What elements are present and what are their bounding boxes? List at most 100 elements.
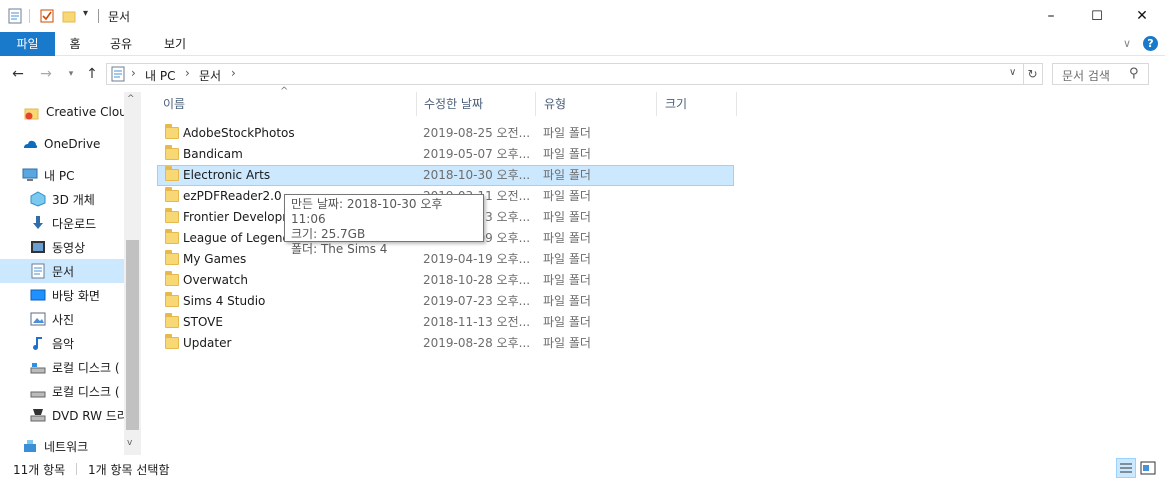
file-date: 2019-05-07 오후... [423, 147, 531, 161]
sidebar-item-this-pc[interactable]: 내 PC [0, 163, 124, 187]
sidebar-item-3d-objects[interactable]: 3D 개체 [0, 187, 124, 211]
navigation-pane: Creative Cloud OneDrive 내 PC 3D 개체 다운로드 … [0, 92, 140, 455]
column-header-size[interactable]: 크기 [657, 92, 737, 116]
file-date: 2018-11-13 오전... [423, 315, 531, 329]
details-view-button[interactable] [1116, 458, 1136, 478]
recent-locations-button[interactable]: ▾ [62, 65, 80, 83]
sidebar-item-videos[interactable]: 동영상 [0, 235, 124, 259]
new-folder-icon[interactable] [62, 8, 76, 24]
minimize-button[interactable]: – [1028, 0, 1074, 32]
sidebar-item-documents[interactable]: 문서 [0, 259, 124, 283]
sidebar-item-local-disk-d[interactable]: 로컬 디스크 ( [0, 379, 124, 403]
tab-view[interactable]: 보기 [158, 32, 192, 56]
tab-home[interactable]: 홈 [62, 32, 88, 56]
refresh-icon: ↻ [1027, 67, 1038, 81]
file-row-selected[interactable]: Electronic Arts 2018-10-30 오후... 파일 폴더 [157, 165, 734, 186]
breadcrumb-separator-icon: › [131, 66, 136, 80]
large-icons-view-button[interactable] [1138, 458, 1158, 478]
file-type: 파일 폴더 [543, 147, 591, 161]
expand-ribbon-icon[interactable]: ∨ [1123, 37, 1131, 50]
breadcrumb-documents[interactable]: 문서 [199, 67, 221, 84]
desktop-icon [30, 289, 46, 301]
breadcrumb-separator-icon: › [185, 66, 190, 80]
sidebar-item-pictures[interactable]: 사진 [0, 307, 124, 331]
item-count: 11개 항목 [13, 463, 66, 477]
tab-file[interactable]: 파일 [0, 32, 55, 56]
file-row[interactable]: AdobeStockPhotos 2019-08-25 오전... 파일 폴더 [157, 123, 734, 144]
file-type: 파일 폴더 [543, 273, 591, 287]
file-type: 파일 폴더 [543, 252, 591, 266]
checkmark-icon[interactable] [40, 8, 54, 24]
file-type: 파일 폴더 [543, 168, 591, 182]
file-name: Sims 4 Studio [183, 294, 266, 308]
status-bar: 11개 항목 1개 항목 선택함 [0, 456, 1165, 482]
scroll-down-icon[interactable]: v [127, 438, 132, 448]
file-name: Updater [183, 336, 232, 350]
documents-icon [111, 66, 125, 82]
sidebar-item-music[interactable]: 음악 [0, 331, 124, 355]
nav-scrollbar-thumb[interactable] [126, 240, 139, 430]
search-icon[interactable]: ⚲ [1129, 66, 1139, 81]
breadcrumb-separator-icon: › [231, 66, 236, 80]
divider [29, 9, 30, 23]
pictures-icon [30, 312, 46, 326]
drive-icon [30, 363, 46, 374]
properties-icon[interactable] [8, 8, 22, 24]
file-date: 2018-10-30 오후... [423, 168, 531, 182]
file-row[interactable]: Sims 4 Studio 2019-07-23 오후... 파일 폴더 [157, 291, 734, 312]
column-header-date[interactable]: 수정한 날짜 [416, 92, 536, 116]
documents-icon [31, 263, 45, 279]
back-button[interactable]: ← [9, 65, 27, 83]
forward-button[interactable]: → [37, 65, 55, 83]
video-icon [31, 241, 45, 253]
tooltip-created-date: 만든 날짜: 2018-10-30 오후 11:06 [291, 197, 443, 226]
folder-icon [165, 187, 179, 202]
sidebar-item-creative-cloud[interactable]: Creative Cloud [0, 100, 124, 124]
sidebar-item-network[interactable]: 네트워크 [0, 434, 124, 455]
sidebar-item-downloads[interactable]: 다운로드 [0, 211, 124, 235]
file-tooltip: 만든 날짜: 2018-10-30 오후 11:06 크기: 25.7GB 폴더… [284, 194, 484, 256]
sidebar-item-onedrive[interactable]: OneDrive [0, 132, 124, 156]
file-row[interactable]: Bandicam 2019-05-07 오후... 파일 폴더 [157, 144, 734, 165]
folder-icon [165, 313, 179, 328]
file-row[interactable]: Overwatch 2018-10-28 오후... 파일 폴더 [157, 270, 734, 291]
creative-cloud-icon [24, 108, 39, 120]
file-date: 2019-07-23 오후... [423, 294, 531, 308]
music-icon [33, 337, 42, 350]
refresh-button[interactable]: ↻ [1023, 63, 1043, 85]
divider [76, 463, 77, 475]
download-icon [33, 216, 43, 229]
up-button[interactable]: ↑ [83, 65, 101, 83]
file-type: 파일 폴더 [543, 294, 591, 308]
column-header-type[interactable]: 유형 [536, 92, 657, 116]
file-type: 파일 폴더 [543, 315, 591, 329]
qa-dropdown-icon[interactable]: ▾ [83, 8, 88, 19]
scroll-up-icon[interactable]: ^ [127, 94, 135, 104]
tab-share[interactable]: 공유 [104, 32, 138, 56]
file-row[interactable]: Updater 2019-08-28 오후... 파일 폴더 [157, 333, 734, 354]
column-header-name[interactable]: 이름 [155, 92, 417, 116]
sidebar-item-desktop[interactable]: 바탕 화면 [0, 283, 124, 307]
file-row[interactable]: STOVE 2018-11-13 오전... 파일 폴더 [157, 312, 734, 333]
folder-icon [165, 208, 179, 223]
file-type: 파일 폴더 [543, 126, 591, 140]
breadcrumb-this-pc[interactable]: 내 PC [145, 67, 175, 84]
3d-objects-icon [30, 191, 46, 207]
address-bar[interactable]: › 내 PC › 문서 › ∨ [106, 63, 1024, 85]
file-name: Electronic Arts [183, 168, 271, 182]
ribbon-tabs: 파일 홈 공유 보기 ∨ ? [0, 32, 1165, 56]
file-date: 2019-08-28 오후... [423, 336, 531, 350]
folder-icon [165, 229, 179, 244]
search-input[interactable]: 문서 검색 ⚲ [1052, 63, 1149, 85]
file-name: STOVE [183, 315, 223, 329]
folder-icon [165, 250, 179, 265]
sidebar-item-dvd-drive[interactable]: DVD RW 드라 [0, 403, 124, 427]
large-icons-view-icon [1140, 461, 1156, 475]
maximize-button[interactable]: ☐ [1074, 0, 1120, 32]
close-button[interactable]: ✕ [1119, 0, 1165, 32]
file-date: 2019-08-25 오전... [423, 126, 531, 140]
address-dropdown-icon[interactable]: ∨ [1009, 67, 1016, 78]
help-icon[interactable]: ? [1143, 36, 1158, 51]
folder-icon [165, 166, 179, 181]
sidebar-item-local-disk-c[interactable]: 로컬 디스크 ( [0, 355, 124, 379]
